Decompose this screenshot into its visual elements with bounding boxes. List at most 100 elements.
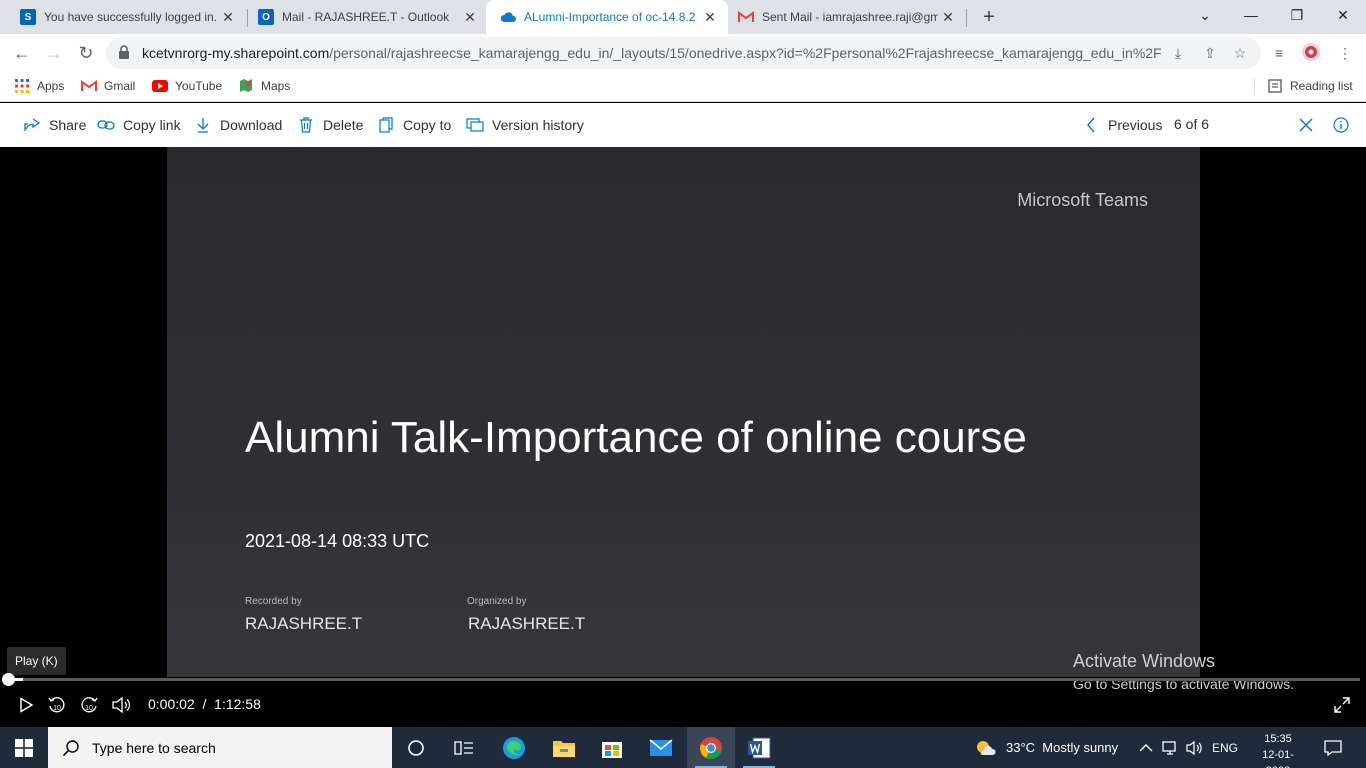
duration: 1:12:58 (214, 696, 261, 712)
rewind-10-button[interactable]: 10 (45, 693, 69, 717)
volume-button[interactable] (109, 693, 133, 717)
share-page-icon[interactable]: ⇪ (1200, 43, 1220, 63)
address-bar[interactable]: kcetvnrorg-my.sharepoint.com/personal/ra… (106, 37, 1261, 69)
tab-search-icon[interactable]: ⌄ (1182, 0, 1228, 30)
speaker-icon (112, 696, 130, 714)
gmail-icon (81, 78, 97, 94)
close-viewer-button[interactable] (1297, 116, 1323, 134)
taskbar-store[interactable] (588, 727, 636, 768)
tab-gmail-sent[interactable]: Sent Mail - iamrajashree.raji@gm ✕ (724, 0, 966, 34)
onedrive-icon (500, 9, 516, 25)
close-tab-icon[interactable]: ✕ (460, 9, 480, 26)
expand-icon (1334, 697, 1350, 713)
video-title: Alumni Talk-Importance of online course (245, 413, 1027, 462)
profile-avatar[interactable] (1300, 42, 1322, 64)
minimize-icon[interactable]: — (1228, 0, 1274, 30)
close-tab-icon[interactable]: ✕ (700, 9, 720, 26)
play-button[interactable] (14, 693, 38, 717)
bookmark-star-icon[interactable]: ☆ (1230, 43, 1250, 63)
back-arrow-icon[interactable]: ← (8, 39, 36, 67)
playback-time: 0:00:02 / 1:12:58 (148, 696, 261, 712)
language-indicator[interactable]: ENG (1212, 727, 1238, 768)
share-button[interactable]: Share (23, 116, 86, 134)
copy-link-button[interactable]: Copy link (97, 116, 181, 134)
svg-text:10: 10 (85, 705, 93, 712)
close-tab-icon[interactable]: ✕ (218, 9, 238, 26)
video-player[interactable]: Microsoft Teams Alumni Talk-Importance o… (0, 147, 1366, 727)
close-tab-icon[interactable]: ✕ (938, 9, 958, 26)
tab-divider (966, 9, 967, 27)
task-view-button[interactable] (440, 727, 488, 768)
show-hidden-icons[interactable] (1139, 727, 1153, 768)
download-button[interactable]: Download (194, 116, 282, 134)
notifications-button[interactable] (1324, 727, 1342, 768)
trash-icon (297, 116, 315, 134)
taskbar-edge[interactable] (490, 727, 538, 768)
tab-onedrive-video[interactable]: ALumni-Importance of oc-14.8.2 ✕ (486, 0, 728, 34)
tab-title: Mail - RAJASHREE.T - Outlook (282, 10, 450, 24)
clock-time: 15:35 (1264, 733, 1292, 745)
microsoft-teams-brand: Microsoft Teams (1017, 190, 1148, 210)
apps-grid-icon (14, 78, 30, 94)
version-history-button[interactable]: Version history (466, 116, 584, 134)
fast-forward-icon: 10 (81, 697, 98, 713)
recording-date: 2021-08-14 08:33 UTC (245, 531, 430, 551)
bookmark-apps[interactable]: Apps (14, 78, 64, 94)
install-app-icon[interactable]: ⤓ (1168, 43, 1188, 63)
taskbar-search-box[interactable]: Type here to search (48, 727, 392, 768)
tab-title: Sent Mail - iamrajashree.raji@gm (762, 10, 938, 24)
bookmark-maps[interactable]: Maps (238, 78, 290, 94)
maximize-icon[interactable]: ❐ (1274, 0, 1320, 30)
gmail-icon (738, 9, 754, 25)
seek-handle[interactable] (1, 673, 15, 686)
start-button[interactable] (0, 727, 48, 768)
bookmarks-bar: Apps Gmail YouTube Maps Reading list (0, 72, 1366, 102)
organized-by-label: Organized by (467, 596, 527, 607)
folder-icon (553, 740, 575, 757)
delete-button[interactable]: Delete (297, 116, 363, 134)
reload-icon[interactable]: ↻ (72, 39, 100, 67)
info-button[interactable] (1332, 116, 1358, 134)
recorded-by-value: RAJASHREE.T (245, 614, 363, 633)
weather-widget[interactable]: 33°C Mostly sunny (974, 727, 1118, 768)
new-tab-button[interactable]: + (976, 4, 1002, 30)
mail-icon (649, 738, 673, 756)
taskbar-chrome[interactable] (687, 727, 735, 768)
bookmark-youtube[interactable]: YouTube (152, 78, 222, 94)
volume-icon (1186, 740, 1202, 755)
volume-status[interactable] (1186, 727, 1204, 768)
task-view-icon (454, 740, 473, 755)
bookmark-gmail[interactable]: Gmail (81, 78, 135, 94)
close-window-icon[interactable]: ✕ (1320, 0, 1366, 30)
browser-menu-icon[interactable]: ⋮ (1334, 42, 1356, 64)
cortana-button[interactable] (392, 727, 440, 768)
play-icon (20, 697, 34, 713)
reading-list-button[interactable]: Reading list (1267, 78, 1353, 94)
close-icon (1297, 116, 1315, 134)
word-icon (748, 737, 771, 758)
outlook-icon: O (258, 9, 274, 25)
edge-icon (503, 736, 525, 759)
file-command-bar: Share Copy link Download Delete Copy to … (0, 103, 1366, 147)
info-icon (1332, 116, 1350, 134)
previous-button[interactable]: Previous (1082, 116, 1162, 134)
taskbar-mail[interactable] (637, 727, 685, 768)
partly-sunny-icon (977, 740, 996, 755)
forward-arrow-icon[interactable]: → (40, 39, 68, 67)
cortana-icon (408, 739, 424, 756)
activate-windows-watermark: Activate Windows Go to Settings to activ… (1073, 651, 1294, 692)
youtube-icon (152, 78, 168, 94)
recorded-by-label: Recorded by (245, 596, 302, 607)
tab-sharepoint-login[interactable]: S You have successfully logged in. ✕ (6, 0, 246, 34)
taskbar-word[interactable] (735, 727, 783, 768)
tab-outlook-mail[interactable]: O Mail - RAJASHREE.T - Outlook ✕ (244, 0, 488, 34)
seek-bar[interactable] (1, 673, 1360, 686)
file-position-counter: 6 of 6 (1174, 116, 1210, 132)
taskbar-file-explorer[interactable] (540, 727, 588, 768)
forward-10-button[interactable]: 10 (77, 693, 101, 717)
system-clock[interactable]: 15:35 12-01-2022 (1250, 731, 1306, 768)
fullscreen-button[interactable] (1330, 693, 1354, 717)
copy-to-button[interactable]: Copy to (377, 116, 451, 134)
media-control-icon[interactable]: ≡ (1268, 42, 1290, 64)
network-status[interactable] (1162, 727, 1180, 768)
